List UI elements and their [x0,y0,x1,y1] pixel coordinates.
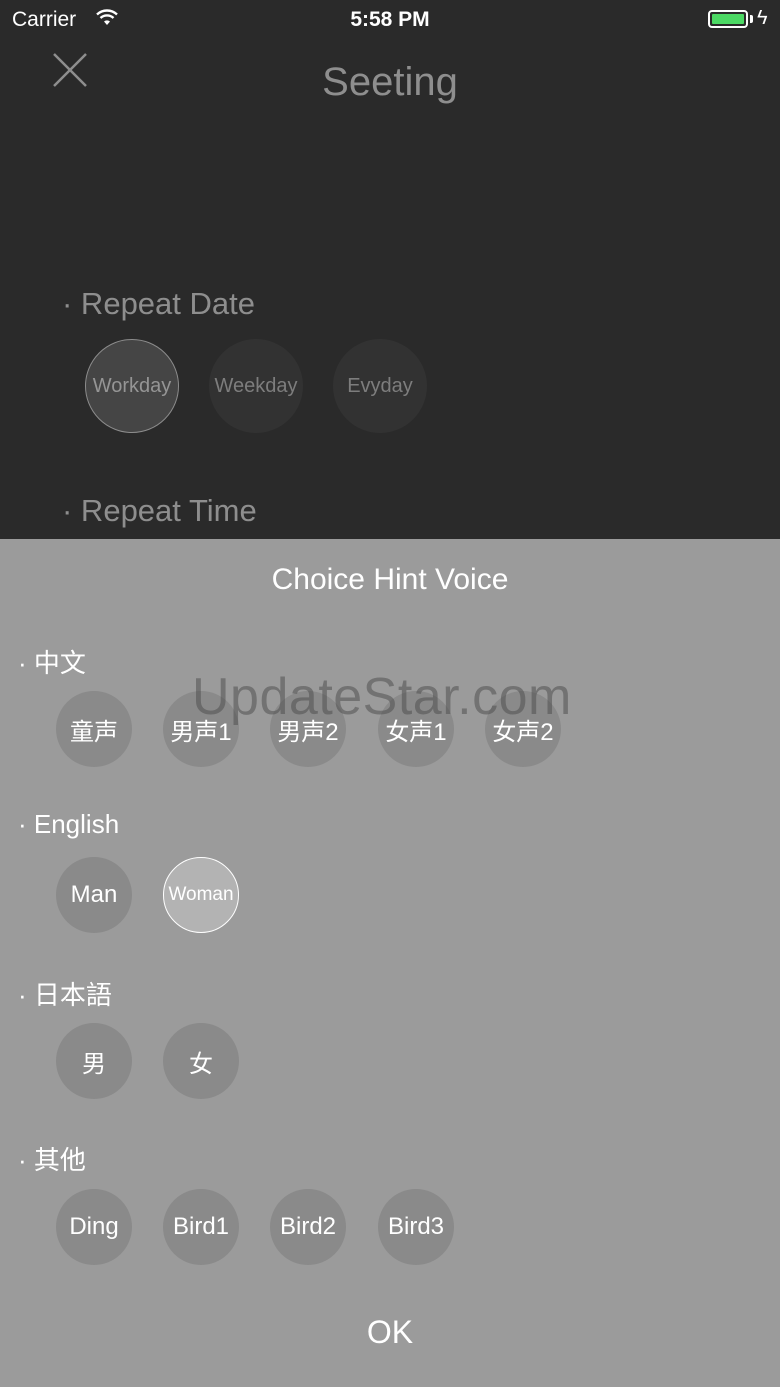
battery-tip [750,15,753,23]
voice-option-female2[interactable]: 女声2 [485,691,561,767]
voice-option-woman[interactable]: Woman [163,857,239,933]
status-bar: Carrier 5:58 PM ϟ [0,0,780,40]
voice-option-male2[interactable]: 男声2 [270,691,346,767]
voice-option-bird1[interactable]: Bird1 [163,1189,239,1265]
voice-option-female1[interactable]: 女声1 [378,691,454,767]
sheet-title: Choice Hint Voice [271,563,509,596]
date-option-workday[interactable]: Workday [85,339,179,433]
voice-option-ding[interactable]: Ding [56,1189,132,1265]
voice-picker-sheet: Choice Hint Voice · 中文 童声 男声1 男声2 女声1 女声… [0,539,780,1387]
clock: 5:58 PM [350,8,430,31]
group-label-english: · English [18,809,120,839]
voice-option-jp-male[interactable]: 男 [56,1023,132,1099]
group-label-japanese: · 日本語 [18,980,112,1010]
voice-option-male1[interactable]: 男声1 [163,691,239,767]
repeat-date-label: · Repeat Date [62,286,255,321]
group-label-other: · 其他 [18,1145,86,1175]
group-label-chinese: · 中文 [18,648,86,678]
voice-option-child[interactable]: 童声 [56,691,132,767]
voice-option-jp-female[interactable]: 女 [163,1023,239,1099]
page-title: Seeting [322,60,458,104]
voice-option-man[interactable]: Man [56,857,132,933]
voice-option-bird2[interactable]: Bird2 [270,1189,346,1265]
ok-button[interactable]: OK [340,1309,440,1355]
voice-option-bird3[interactable]: Bird3 [378,1189,454,1265]
date-option-weekday[interactable]: Weekday [209,339,303,433]
charging-icon: ϟ [757,7,768,29]
repeat-time-label: · Repeat Time [62,493,257,528]
date-option-everyday[interactable]: Evyday [333,339,427,433]
battery-icon [708,10,748,28]
